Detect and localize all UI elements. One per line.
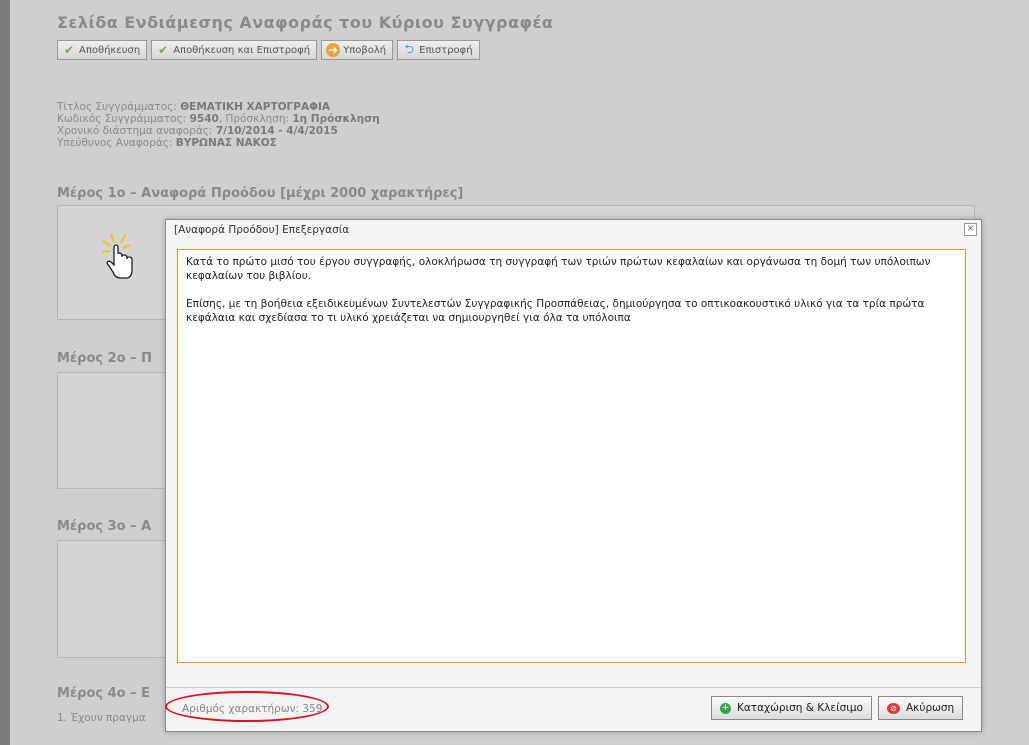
left-border <box>0 0 10 745</box>
section-3-heading: Μέρος 3ο – Α <box>57 519 152 534</box>
save-and-close-button[interactable]: + Καταχώριση & Κλείσιμο <box>711 696 872 720</box>
editor-paragraph-1: Κατά το πρώτο μισό του έργου συγγραφής, … <box>186 256 931 282</box>
responsible-row: Υπεύθυνος Αναφοράς: ΒΥΡΩΝΑΣ ΝΑΚΟΣ <box>57 137 380 149</box>
hand-cursor-icon <box>101 232 137 286</box>
back-button[interactable]: ⮌ Επιστροφή <box>397 40 480 60</box>
book-title-value: ΘΕΜΑΤΙΚΗ ΧΑΡΤΟΓΡΑΦΙΑ <box>180 101 331 113</box>
dialog-title: [Αναφορά Προόδου] Επεξεργασία <box>174 224 350 236</box>
character-count: Αριθμός χαρακτήρων: 359 <box>182 703 323 715</box>
period-label: Χρονικό διάστημα αναφοράς: <box>57 125 213 137</box>
responsible-label: Υπεύθυνος Αναφοράς: <box>57 137 173 149</box>
close-icon[interactable]: × <box>964 223 977 236</box>
progress-report-editor[interactable]: Κατά το πρώτο μισό του έργου συγγραφής, … <box>177 249 966 663</box>
call-value: 1η Πρόσκληση <box>292 113 380 125</box>
edit-dialog: [Αναφορά Προόδου] Επεξεργασία × Κατά το … <box>165 219 982 732</box>
return-icon: ⮌ <box>404 41 414 56</box>
period-value: 7/10/2014 - 4/4/2015 <box>215 125 338 137</box>
save-button[interactable]: ✔ Αποθήκευση <box>57 40 148 60</box>
question-1-text: 1. Έχουν πραγμα <box>57 712 146 724</box>
book-title-label: Τίτλος Συγγράμματος: <box>57 101 177 113</box>
call-label: , Πρόσκληση: <box>218 113 290 125</box>
code-label: Κωδικός Συγγράμματος: <box>57 113 187 125</box>
cancel-label: Ακύρωση <box>906 702 955 714</box>
page-title: Σελίδα Ενδιάμεσης Αναφοράς του Κύριου Συ… <box>57 13 554 32</box>
checkmark-icon: ✔ <box>158 43 169 57</box>
submit-label: Υποβολή <box>343 44 387 56</box>
save-label: Αποθήκευση <box>79 44 141 56</box>
dialog-footer: Αριθμός χαρακτήρων: 359 + Καταχώριση & Κ… <box>165 687 981 731</box>
submit-button[interactable]: ➜ Υποβολή <box>321 40 394 60</box>
book-title-row: Τίτλος Συγγράμματος: ΘΕΜΑΤΙΚΗ ΧΑΡΤΟΓΡΑΦΙ… <box>57 101 380 113</box>
section-1-heading: Μέρος 1ο – Αναφορά Προόδου [μέχρι 2000 χ… <box>57 186 464 201</box>
plus-icon: + <box>720 702 731 714</box>
section-2-heading: Μέρος 2ο – Π <box>57 351 153 366</box>
code-value: 9540 <box>189 113 219 125</box>
save-and-close-label: Καταχώριση & Κλείσιμο <box>737 702 863 714</box>
save-and-return-label: Αποθήκευση και Επιστροφή <box>173 44 311 56</box>
toolbar: ✔ Αποθήκευση ✔ Αποθήκευση και Επιστροφή … <box>57 40 484 60</box>
back-label: Επιστροφή <box>419 44 473 56</box>
submit-arrow-icon: ➜ <box>326 43 341 57</box>
editor-paragraph-2: Επίσης, με τη βοήθεια εξειδικευμένων Συν… <box>186 298 925 324</box>
cancel-button[interactable]: ⊘ Ακύρωση <box>878 696 964 720</box>
cancel-icon: ⊘ <box>887 702 900 714</box>
code-row: Κωδικός Συγγράμματος: 9540, Πρόσκληση: 1… <box>57 113 380 125</box>
checkmark-icon: ✔ <box>63 43 75 57</box>
save-and-return-button[interactable]: ✔ Αποθήκευση και Επιστροφή <box>151 40 318 60</box>
period-row: Χρονικό διάστημα αναφοράς: 7/10/2014 - 4… <box>57 125 380 137</box>
report-info: Τίτλος Συγγράμματος: ΘΕΜΑΤΙΚΗ ΧΑΡΤΟΓΡΑΦΙ… <box>57 101 380 149</box>
section-4-heading: Μέρος 4ο – Ε <box>57 686 151 701</box>
responsible-value: ΒΥΡΩΝΑΣ ΝΑΚΟΣ <box>175 137 277 149</box>
